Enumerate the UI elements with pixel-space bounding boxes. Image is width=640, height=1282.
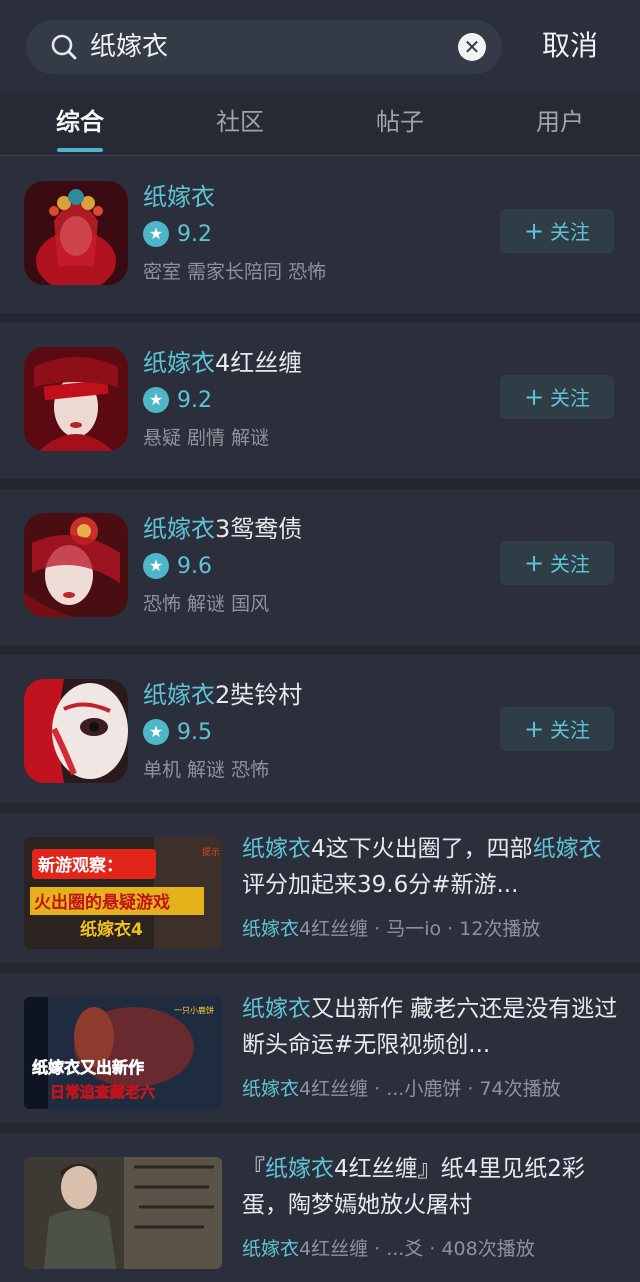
tab-active-indicator: [57, 148, 103, 152]
game-rating: ★ 9.5: [143, 717, 212, 747]
video-thumbnail: 新游观察： 火出圈的悬疑游戏 纸嫁衣4 提示: [24, 837, 222, 949]
star-icon: ★: [143, 221, 169, 247]
plus-icon: +: [523, 549, 545, 577]
game-title: 纸嫁衣3鸳鸯债: [143, 515, 303, 543]
game-rating: ★ 9.2: [143, 385, 212, 415]
thumb-caption: 纸嫁衣又出新作: [32, 1058, 144, 1077]
thumb-caption: 新游观察：: [38, 855, 123, 876]
video-meta: 纸嫁衣4红丝缠 · ...爻 · 408次播放: [242, 1238, 535, 1260]
search-query: 纸嫁衣: [90, 32, 169, 62]
search-header: 纸嫁衣 ✕ 取消: [0, 0, 640, 92]
star-icon: ★: [143, 387, 169, 413]
game-rating: ★ 9.2: [143, 219, 212, 249]
video-item[interactable]: 新游观察： 火出圈的悬疑游戏 纸嫁衣4 提示 纸嫁衣4这下火出圈了，四部纸嫁衣评…: [0, 813, 640, 963]
plus-icon: +: [523, 217, 545, 245]
video-title: 纸嫁衣又出新作 藏老六还是没有逃过断头命运#无限视频创...: [242, 996, 618, 1058]
game-title: 纸嫁衣4红丝缠: [143, 349, 303, 377]
game-icon: [24, 347, 128, 451]
follow-button[interactable]: + 关注: [500, 375, 614, 419]
video-thumbnail: 一只小鹿饼 纸嫁衣又出新作 日常追查藏老六: [24, 997, 222, 1109]
follow-button[interactable]: + 关注: [500, 209, 614, 253]
divider: [0, 1123, 640, 1133]
game-title: 纸嫁衣: [143, 183, 215, 211]
tab-bar: 综合 社区 帖子 用户: [0, 92, 640, 156]
thumb-tag: 提示: [202, 847, 220, 858]
divider: [0, 803, 640, 813]
thumb-caption: 火出圈的悬疑游戏: [34, 892, 170, 913]
tab-users[interactable]: 用户: [536, 106, 584, 138]
divider: [0, 313, 640, 323]
divider: [0, 479, 640, 489]
thumb-tag: 一只小鹿饼: [174, 1005, 214, 1015]
clear-icon[interactable]: ✕: [458, 33, 486, 61]
game-tags: 恐怖 解谜 国风: [143, 593, 270, 615]
video-item[interactable]: 一只小鹿饼 纸嫁衣又出新作 日常追查藏老六 纸嫁衣又出新作 藏老六还是没有逃过断…: [0, 973, 640, 1123]
video-meta: 纸嫁衣4红丝缠 · ...小鹿饼 · 74次播放: [242, 1078, 561, 1100]
thumb-caption: 日常追查藏老六: [50, 1083, 155, 1101]
tab-all[interactable]: 综合: [56, 106, 104, 138]
tab-posts[interactable]: 帖子: [376, 106, 424, 138]
follow-button[interactable]: + 关注: [500, 541, 614, 585]
thumb-caption: 纸嫁衣4: [80, 919, 143, 940]
game-icon: [24, 513, 128, 617]
search-input[interactable]: 纸嫁衣 ✕: [26, 20, 502, 74]
game-icon: [24, 679, 128, 783]
plus-icon: +: [523, 715, 545, 743]
video-title: 『纸嫁衣4红丝缠』纸4里见纸2彩蛋，陶梦嫣她放火屠村: [242, 1156, 585, 1218]
game-tags: 悬疑 剧情 解谜: [143, 427, 270, 449]
divider: [0, 963, 640, 973]
cancel-button[interactable]: 取消: [542, 27, 598, 65]
video-thumbnail: [24, 1157, 222, 1269]
game-item[interactable]: 纸嫁衣2奘铃村 ★ 9.5 单机 解谜 恐怖 + 关注: [0, 655, 640, 811]
game-item[interactable]: 纸嫁衣4红丝缠 ★ 9.2 悬疑 剧情 解谜 + 关注: [0, 323, 640, 479]
video-meta: 纸嫁衣4红丝缠 · 马一io · 12次播放: [242, 918, 541, 940]
divider: [0, 645, 640, 655]
search-icon: [51, 34, 77, 60]
plus-icon: +: [523, 383, 545, 411]
game-tags: 密室 需家长陪同 恐怖: [143, 261, 327, 283]
star-icon: ★: [143, 553, 169, 579]
game-tags: 单机 解谜 恐怖: [143, 759, 270, 781]
star-icon: ★: [143, 719, 169, 745]
video-item[interactable]: 『纸嫁衣4红丝缠』纸4里见纸2彩蛋，陶梦嫣她放火屠村 纸嫁衣4红丝缠 · ...…: [0, 1133, 640, 1282]
game-icon: [24, 181, 128, 285]
follow-button[interactable]: + 关注: [500, 707, 614, 751]
game-title: 纸嫁衣2奘铃村: [143, 681, 303, 709]
game-item[interactable]: 纸嫁衣 ★ 9.2 密室 需家长陪同 恐怖 + 关注: [0, 157, 640, 313]
tab-community[interactable]: 社区: [216, 106, 264, 138]
game-item[interactable]: 纸嫁衣3鸳鸯债 ★ 9.6 恐怖 解谜 国风 + 关注: [0, 489, 640, 645]
game-rating: ★ 9.6: [143, 551, 212, 581]
video-title: 纸嫁衣4这下火出圈了，四部纸嫁衣评分加起来39.6分#新游...: [242, 836, 602, 898]
